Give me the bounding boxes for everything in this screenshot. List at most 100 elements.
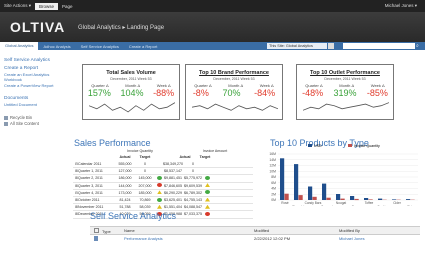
y-tick-label: 12M <box>269 164 276 168</box>
nav-adhoc-analysis[interactable]: Adhoc Analysis <box>38 44 75 49</box>
x-tick-label: Chips <box>407 205 416 206</box>
kpi-value-quarter: -48% <box>302 88 324 98</box>
col-modified-by[interactable]: Modified By <box>339 228 419 233</box>
search-input[interactable] <box>343 43 415 49</box>
kpi-value-week: -88% <box>153 88 175 98</box>
sparkline-series <box>192 103 278 111</box>
bar <box>350 196 355 200</box>
sidebar-item-documents[interactable]: Documents <box>4 96 66 102</box>
bar <box>340 198 345 200</box>
bar <box>322 183 327 200</box>
site-actions-menu[interactable]: Site Actions ▾ <box>0 3 35 9</box>
status-indicator-icon <box>205 183 210 188</box>
top-products-chart: USD Invoice Quantity 16M 14M 12M10M 8M 6M 4M2M 0… <box>269 144 418 206</box>
recycle-bin-icon <box>4 115 8 120</box>
status-indicator-icon <box>157 190 162 195</box>
all-site-content-link[interactable]: All Site Content <box>4 121 66 127</box>
table-row[interactable]: ⊟Quarter 4, 2011 173,000 185,000 $6,290,229… <box>73 190 253 197</box>
bar <box>364 198 369 200</box>
y-tick-label: 14M <box>269 158 276 162</box>
kpi-title[interactable]: Top 10 Brand Performance <box>186 70 282 76</box>
oltiva-logo[interactable]: OLTIVA <box>10 19 65 35</box>
kpi-value-quarter: -8% <box>192 88 209 98</box>
y-tick-label: 2M <box>271 192 276 196</box>
sparkline-series <box>89 102 175 113</box>
kpi-subtitle: December, 2011 Week 53 <box>324 77 366 81</box>
nav-create-report[interactable]: Create a Report <box>124 44 162 49</box>
sidebar-item-create-report[interactable]: Create a Report <box>4 66 66 72</box>
user-menu[interactable]: Michael Jones ▾ <box>385 3 425 9</box>
nav-global-analytics[interactable]: Global Analytics <box>0 42 39 50</box>
kpi-value-month: 319% <box>333 88 357 98</box>
sidebar-item-untitled-doc[interactable]: Untitled Document <box>4 103 66 108</box>
x-tick-label: Nougat <box>336 201 346 205</box>
bar <box>280 158 285 200</box>
x-tick-label: Cookies <box>377 205 389 206</box>
nav-self-service[interactable]: Self Service Analytics <box>76 44 124 49</box>
status-indicator-icon <box>205 211 210 216</box>
site-content-icon <box>4 121 8 126</box>
kpi-title: Total Sales Volume <box>106 70 156 76</box>
y-tick-label: 10M <box>269 169 276 173</box>
sidebar-item-self-service[interactable]: Self Service Analytics <box>4 58 66 64</box>
table-row[interactable]: ⊞Quarter 1, 2011 127,000 0 $8,537,147 0 <box>73 168 253 176</box>
table-row[interactable]: ⊟Calendar 2011 555,000 0 $38,349,270 0 <box>73 161 253 169</box>
bar <box>284 193 289 200</box>
kpi-value-quarter: 157% <box>87 88 111 98</box>
status-indicator-icon <box>205 190 210 195</box>
x-tick-label: Rosé <box>281 201 289 205</box>
table-row[interactable]: ⊞Quarter 3, 2011 144,000 207,000 $7,846,605… <box>73 183 253 190</box>
status-indicator-icon <box>205 175 210 180</box>
bar <box>406 199 411 200</box>
status-indicator-icon <box>205 197 210 202</box>
bar <box>368 199 373 200</box>
table-row[interactable]: Performance Analysis 2/22/2012 12:02 PM … <box>90 235 420 242</box>
x-tick-label: Gum <box>352 205 359 206</box>
sparkline-series <box>303 102 389 111</box>
table-row[interactable]: ⊞Quarter 2, 2011 186,000 145,000 $9,881,451… <box>73 175 253 183</box>
status-indicator-icon <box>157 183 162 188</box>
kpi-card-brand-performance[interactable]: Top 10 Brand Performance December, 2011 … <box>185 64 283 120</box>
search-icon[interactable]: ⌕ <box>416 43 422 49</box>
modified-by-link[interactable]: Michael Jones <box>339 236 419 241</box>
legend-label: Invoice Quantity <box>354 144 380 148</box>
kpi-value-week: -84% <box>254 88 276 98</box>
tab-browse[interactable]: Browse <box>35 2 59 10</box>
search-scope-select[interactable]: This Site: Global Analytics <box>267 43 327 49</box>
legend-swatch <box>348 144 352 147</box>
bar <box>312 196 317 200</box>
top-ribbon: Site Actions ▾ Browse Page Michael Jones… <box>0 0 425 12</box>
kpi-card-sales-volume[interactable]: Total Sales Volume December, 2011 Week 5… <box>82 64 180 120</box>
x-tick-label: Chocolate <box>292 205 307 206</box>
scope-dropdown-button[interactable] <box>328 43 334 49</box>
kpi-card-outlet-performance[interactable]: Top 10 Outlet Performance December, 2011… <box>296 64 394 120</box>
x-tick-label: Candy Bars <box>305 201 322 205</box>
y-tick-label: 16M <box>269 152 276 156</box>
site-header: OLTIVA Global Analytics ▸ Landing Page <box>0 12 425 42</box>
table-row[interactable]: ⊞October 2011 81,424 70,869 $3,625,401 $4,75… <box>73 197 253 205</box>
col-name[interactable]: Name <box>124 228 254 233</box>
bar <box>308 186 313 200</box>
quick-launch: Self Service Analytics Create a Report C… <box>4 58 66 127</box>
status-indicator-icon <box>157 204 162 209</box>
kpi-title[interactable]: Top 10 Outlet Performance <box>297 70 393 76</box>
y-tick-label: 6M <box>271 181 276 185</box>
kpi-subtitle: December, 2011 Week 53 <box>213 77 255 81</box>
select-all-checkbox[interactable] <box>94 227 99 233</box>
bar <box>298 195 303 200</box>
bar <box>354 198 359 201</box>
sidebar-item-powerview[interactable]: Create a PowerView Report <box>4 84 66 89</box>
tab-page[interactable]: Page <box>58 4 77 9</box>
sales-performance-title: Sales Performance <box>74 138 151 148</box>
ssa-document-table: Type Name Modified Modified By Performan… <box>90 226 420 242</box>
x-tick-label: Caramel <box>321 205 333 206</box>
legend-swatch <box>308 144 312 147</box>
document-link[interactable]: Performance Analysis <box>124 236 254 241</box>
legend-label: USD <box>314 144 322 148</box>
col-modified[interactable]: Modified <box>254 228 339 233</box>
bar <box>378 198 383 200</box>
x-tick-label: Cider <box>393 201 402 205</box>
top-nav: Global Analytics Adhoc Analysis Self Ser… <box>0 42 425 50</box>
sidebar-item-excel-workbook[interactable]: Create an Excel Analytics Workbook <box>4 72 66 82</box>
sales-performance-table: Invoice Quantity Invoice Amount Actual T… <box>73 149 253 219</box>
